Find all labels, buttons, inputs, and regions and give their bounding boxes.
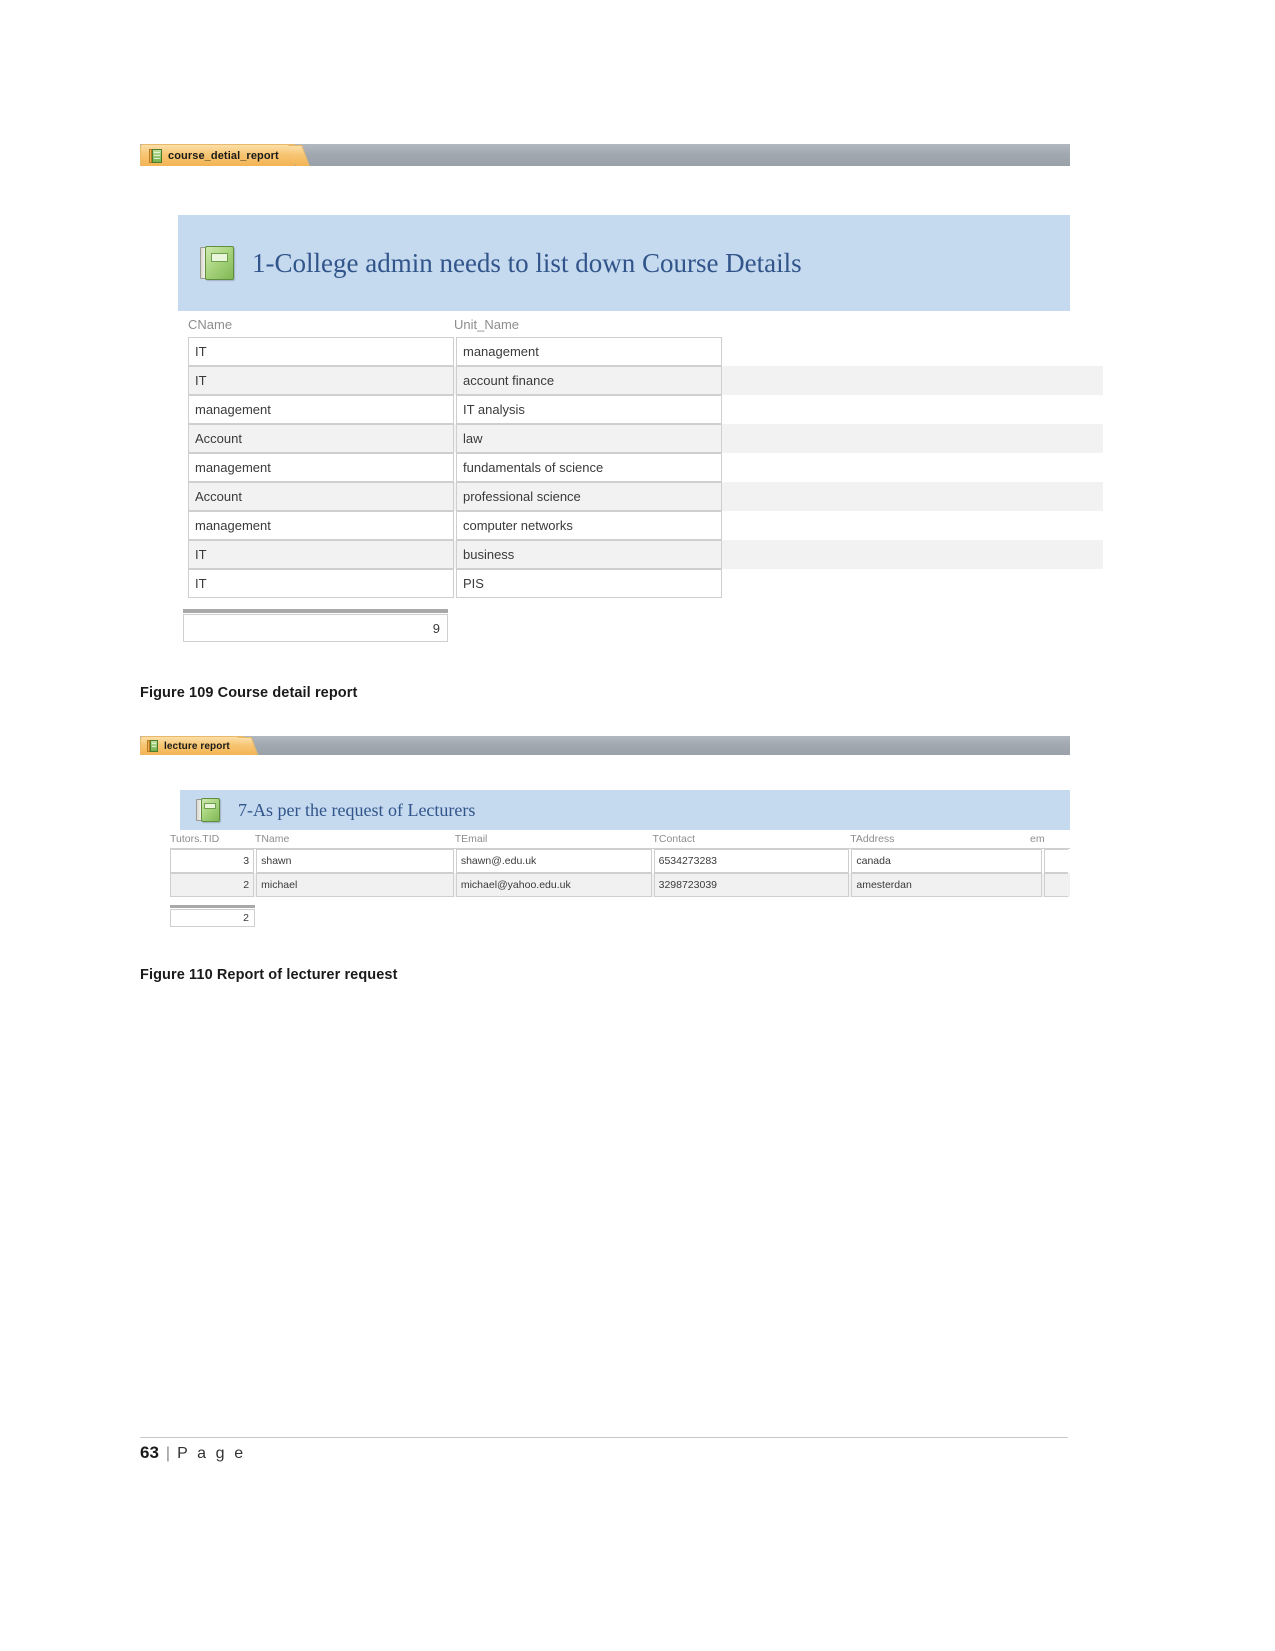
cell-cname: Account: [188, 424, 454, 453]
cell-tcontact: 6534273283: [653, 849, 850, 873]
cell-unit-name: management: [456, 337, 722, 366]
document-page: course_detial_report 1-College admin nee…: [0, 0, 1275, 1651]
report-canvas: 7-As per the request of Lecturers Tutors…: [140, 790, 1070, 927]
cell-cname: Account: [188, 482, 454, 511]
access-tab-bar: course_detial_report: [140, 144, 1070, 166]
cell-tid: 3: [170, 849, 255, 873]
report-title: 1-College admin needs to list down Cours…: [252, 247, 802, 278]
column-header-row: Tutors.TID TName TEmail TContact TAddres…: [170, 830, 1070, 849]
report-icon: [147, 740, 158, 752]
figure-109-screenshot: course_detial_report 1-College admin nee…: [140, 144, 1103, 642]
cell-cname: management: [188, 511, 454, 540]
column-header-clipped: em: [1030, 833, 1045, 845]
cell-tcontact: 3298723039: [653, 873, 850, 897]
report-header: 1-College admin needs to list down Cours…: [178, 215, 1070, 311]
cell-tid: 2: [170, 873, 255, 897]
column-header-row: CName Unit_Name: [188, 311, 1070, 337]
footer-page-word: P a g e: [177, 1445, 246, 1462]
footer-separator: |: [165, 1445, 171, 1462]
page-number: 63: [140, 1443, 159, 1462]
cell-cname: management: [188, 453, 454, 482]
report-detail-rows: 3 shawn shawn@.edu.uk 6534273283 canada …: [170, 849, 1070, 897]
cell-temail: shawn@.edu.uk: [455, 849, 652, 873]
access-tab-bar: lecture report: [140, 736, 1070, 755]
cell-unit-name: account finance: [456, 366, 722, 395]
document-tab-course-detail-report[interactable]: course_detial_report: [140, 144, 295, 166]
table-row: management IT analysis: [188, 395, 1070, 424]
cell-cname: IT: [188, 366, 454, 395]
figure-110-screenshot: lecture report 7-As per the request of L…: [140, 736, 1070, 927]
table-row: IT business: [188, 540, 1103, 569]
report-icon: [149, 148, 162, 163]
column-header-taddress: TAddress: [850, 833, 895, 845]
record-count-value: 9: [183, 614, 448, 642]
cell-unit-name: PIS: [456, 569, 722, 598]
table-row: IT management: [188, 337, 1070, 366]
column-header-tcontact: TContact: [652, 833, 696, 845]
cell-cname: IT: [188, 569, 454, 598]
cell-unit-name: IT analysis: [456, 395, 722, 424]
page-footer: 63 | P a g e: [140, 1443, 246, 1463]
cell-unit-name: law: [456, 424, 722, 453]
cell-taddress: amesterdan: [851, 873, 1043, 897]
footer-divider: [140, 1437, 1068, 1438]
cell-unit-name: business: [456, 540, 722, 569]
cell-cname: IT: [188, 540, 454, 569]
table-row: Account law: [188, 424, 1103, 453]
table-row: management computer networks: [188, 511, 1070, 540]
report-detail-rows: IT management IT account finance managem…: [188, 337, 1103, 598]
report-book-icon: [196, 798, 220, 822]
report-count-footer: 2: [170, 905, 255, 927]
cell-clipped: [1044, 849, 1069, 873]
cell-unit-name: professional science: [456, 482, 722, 511]
table-row: 3 shawn shawn@.edu.uk 6534273283 canada: [170, 849, 1070, 873]
document-tab-lecture-report[interactable]: lecture report: [140, 736, 244, 755]
cell-tname: shawn: [256, 849, 454, 873]
count-divider: [170, 905, 255, 908]
table-row: IT account finance: [188, 366, 1103, 395]
report-canvas: 1-College admin needs to list down Cours…: [140, 215, 1103, 642]
cell-tname: michael: [256, 873, 454, 897]
column-header-tid: Tutors.TID: [170, 833, 220, 845]
tab-label: lecture report: [164, 740, 230, 752]
cell-cname: management: [188, 395, 454, 424]
column-header-tname: TName: [254, 833, 290, 845]
table-row: Account professional science: [188, 482, 1103, 511]
cell-clipped: [1044, 873, 1069, 897]
count-divider: [183, 609, 448, 613]
cell-temail: michael@yahoo.edu.uk: [455, 873, 652, 897]
report-count-footer: 9: [183, 609, 448, 642]
table-row: 2 michael michael@yahoo.edu.uk 329872303…: [170, 873, 1070, 897]
column-header-cname: CName: [188, 316, 233, 332]
table-row: IT PIS: [188, 569, 1070, 598]
table-row: management fundamentals of science: [188, 453, 1070, 482]
figure-caption-110: Figure 110 Report of lecturer request: [140, 967, 398, 983]
record-count-value: 2: [170, 909, 255, 927]
report-header: 7-As per the request of Lecturers: [180, 790, 1070, 830]
cell-taddress: canada: [851, 849, 1043, 873]
cell-unit-name: computer networks: [456, 511, 722, 540]
cell-unit-name: fundamentals of science: [456, 453, 722, 482]
tab-label: course_detial_report: [168, 149, 279, 162]
column-header-unit-name: Unit_Name: [454, 316, 520, 332]
report-title: 7-As per the request of Lecturers: [238, 800, 476, 820]
report-book-icon: [200, 246, 234, 280]
cell-cname: IT: [188, 337, 454, 366]
figure-caption-109: Figure 109 Course detail report: [140, 685, 358, 701]
column-header-temail: TEmail: [454, 833, 488, 845]
